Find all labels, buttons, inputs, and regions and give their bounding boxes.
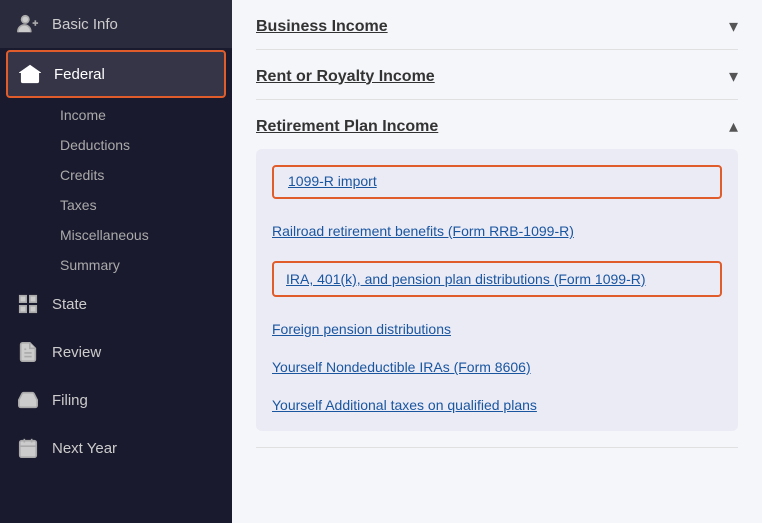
federal-sub-items: Income Deductions Credits Taxes Miscella… — [0, 100, 232, 280]
business-income-section[interactable]: Business Income ▾ — [256, 0, 738, 50]
state-icon — [16, 292, 40, 316]
main-content: Business Income ▾ Rent or Royalty Income… — [232, 0, 762, 523]
sidebar-item-filing[interactable]: Filing — [0, 376, 232, 424]
retirement-plan-chevron: ▴ — [729, 116, 738, 137]
nondeductible-iras-item: Yourself Nondeductible IRAs (Form 8606) — [272, 351, 722, 385]
sidebar-sub-item-credits[interactable]: Credits — [52, 160, 232, 190]
sidebar-item-state[interactable]: State — [0, 280, 232, 328]
sidebar-item-basic-info-label: Basic Info — [52, 16, 118, 33]
railroad-retirement-link[interactable]: Railroad retirement benefits (Form RRB-1… — [272, 223, 574, 239]
ira-401k-link[interactable]: IRA, 401(k), and pension plan distributi… — [286, 271, 708, 287]
review-icon — [16, 340, 40, 364]
federal-icon — [18, 62, 42, 86]
sidebar-item-next-year-label: Next Year — [52, 440, 117, 457]
rent-royalty-link[interactable]: Rent or Royalty Income — [256, 68, 435, 86]
business-income-chevron: ▾ — [729, 16, 738, 37]
business-income-link[interactable]: Business Income — [256, 18, 388, 36]
retirement-plan-body: 1099-R import Railroad retirement benefi… — [256, 149, 738, 431]
next-year-icon — [16, 436, 40, 460]
nondeductible-iras-link[interactable]: Yourself Nondeductible IRAs (Form 8606) — [272, 359, 531, 375]
foreign-pension-link[interactable]: Foreign pension distributions — [272, 321, 451, 337]
additional-taxes-item: Yourself Additional taxes on qualified p… — [272, 389, 722, 423]
additional-taxes-link[interactable]: Yourself Additional taxes on qualified p… — [272, 397, 537, 413]
filing-icon — [16, 388, 40, 412]
retirement-plan-link[interactable]: Retirement Plan Income — [256, 118, 438, 136]
sidebar-sub-item-deductions[interactable]: Deductions — [52, 130, 232, 160]
sidebar-item-next-year[interactable]: Next Year — [0, 424, 232, 472]
railroad-retirement-item: Railroad retirement benefits (Form RRB-1… — [272, 215, 722, 249]
sidebar-sub-item-miscellaneous[interactable]: Miscellaneous — [52, 220, 232, 250]
sidebar-sub-item-taxes[interactable]: Taxes — [52, 190, 232, 220]
1099r-import-box: 1099-R import — [272, 165, 722, 199]
retirement-plan-section: Retirement Plan Income ▴ 1099-R import R… — [256, 100, 738, 448]
rent-royalty-chevron: ▾ — [729, 66, 738, 87]
1099r-import-link[interactable]: 1099-R import — [288, 173, 377, 189]
sidebar-item-federal-label: Federal — [54, 66, 105, 83]
sidebar-sub-item-summary[interactable]: Summary — [52, 250, 232, 280]
sidebar: Basic Info Federal Income Deductions Cre… — [0, 0, 232, 523]
ira-401k-box: IRA, 401(k), and pension plan distributi… — [272, 261, 722, 297]
foreign-pension-item: Foreign pension distributions — [272, 313, 722, 347]
sidebar-item-basic-info[interactable]: Basic Info — [0, 0, 232, 48]
sidebar-item-review-label: Review — [52, 344, 101, 361]
sidebar-item-review[interactable]: Review — [0, 328, 232, 376]
rent-royalty-section[interactable]: Rent or Royalty Income ▾ — [256, 50, 738, 100]
sidebar-item-filing-label: Filing — [52, 392, 88, 409]
retirement-plan-header[interactable]: Retirement Plan Income ▴ — [256, 100, 738, 149]
person-icon — [16, 12, 40, 36]
sidebar-item-state-label: State — [52, 296, 87, 313]
sidebar-item-federal[interactable]: Federal — [6, 50, 226, 98]
sidebar-sub-item-income[interactable]: Income — [52, 100, 232, 130]
